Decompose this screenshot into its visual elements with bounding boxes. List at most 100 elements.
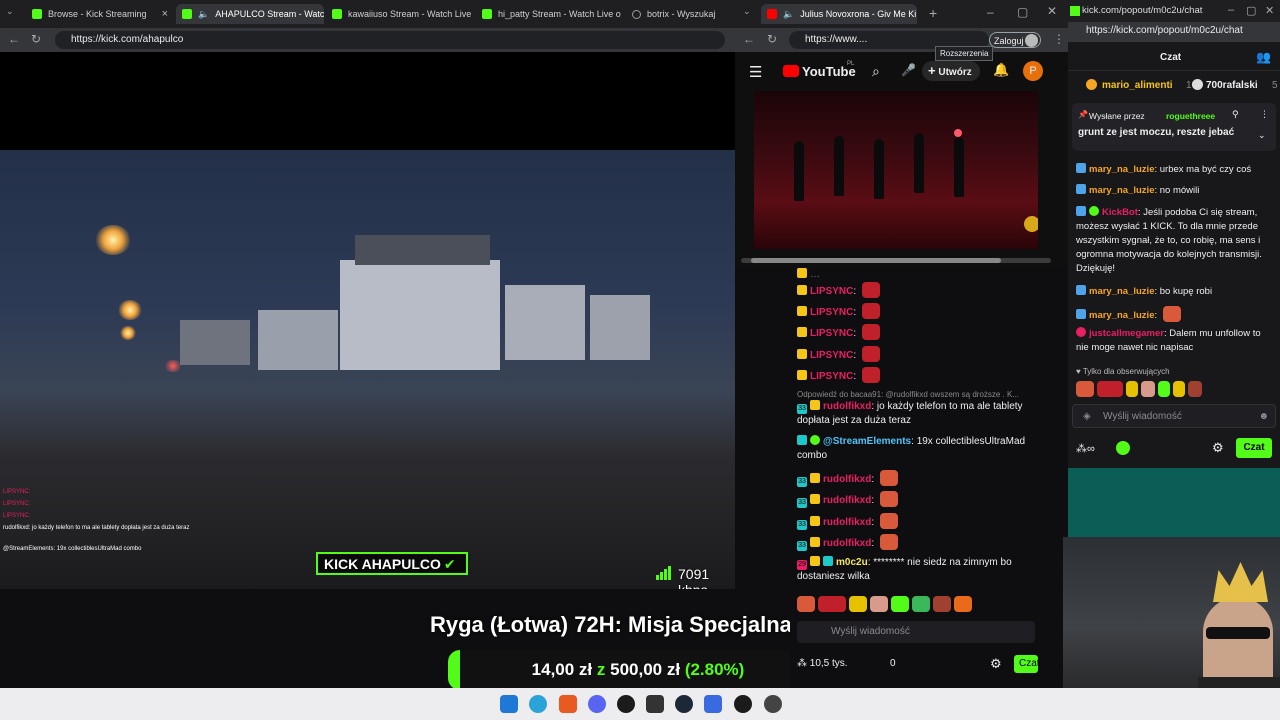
app-icon[interactable] [617,695,635,713]
close-window-icon[interactable]: ✕ [1047,4,1057,18]
chat-username[interactable]: LIPSYNC [810,350,853,361]
pinned-message[interactable]: 📌 Wysłane przez roguethreee ⚲ ⋮ grunt ze… [1072,103,1276,151]
chat-username[interactable]: LIPSYNC [810,328,853,339]
chat-send-button[interactable]: Czat [1014,655,1038,673]
login-button[interactable]: Zaloguj [989,32,1041,48]
create-button[interactable]: + Utwórz [922,61,980,81]
brave-icon[interactable] [559,695,577,713]
emote-icon[interactable] [1076,381,1094,397]
microphone-icon[interactable]: 🎤 [901,63,916,77]
chat-username[interactable]: rudolfikxd [823,538,871,549]
tab-botrix[interactable]: botrix - Wyszukaj [626,4,734,24]
tab-search-icon[interactable]: ⌄ [6,6,14,17]
new-tab-icon[interactable]: + [929,5,937,21]
search-icon[interactable]: ⌕ [872,63,880,80]
chat-username[interactable]: rudolfikxd [823,495,871,506]
chat-username[interactable]: KickBot [1102,207,1138,218]
settings-gear-icon[interactable]: ⚙ [990,657,1002,671]
url-text[interactable]: https://kick.com/popout/m0c2u/chat [1086,25,1243,36]
maximize-icon[interactable]: ▢ [1017,5,1028,19]
chat-username[interactable]: mary_na_luzie [1089,164,1154,175]
hamburger-menu-icon[interactable]: ☰ [749,63,762,81]
chat-send-button[interactable]: Czat [1236,438,1272,458]
youtube-video-player[interactable] [754,91,1038,249]
emote-icon[interactable] [1097,381,1123,397]
close-window-icon[interactable]: ✕ [1265,4,1274,17]
emote-icon[interactable] [891,596,909,612]
chat-input[interactable]: Wyślij wiadomość [797,621,1035,643]
emote-icon[interactable] [954,596,972,612]
emote-icon [861,346,880,362]
horizontal-scrollbar[interactable] [741,258,1051,263]
edge-icon[interactable] [529,695,547,713]
obs-icon[interactable] [764,695,782,713]
emote-icon[interactable] [933,596,951,612]
minimize-icon[interactable]: – [1228,4,1234,16]
settings-gear-icon[interactable]: ⚙ [1212,440,1224,456]
chat-username[interactable]: LIPSYNC [810,307,853,318]
reload-icon[interactable]: ↻ [31,32,41,46]
url-field[interactable]: https://kick.com/ahapulco [55,31,725,49]
emote-icon[interactable] [797,596,815,612]
gifter-name[interactable]: mario_alimenti [1102,80,1173,91]
chat-header-title: Czat [1160,52,1182,63]
gifter-name[interactable]: 700rafalski [1206,80,1258,91]
emote-icon[interactable] [1158,381,1170,397]
tab-youtube[interactable]: 🔈Julius Novoxrona - Giv Me Ki× [761,4,917,24]
chat-username[interactable]: @StreamElements [823,436,911,447]
chevron-down-icon[interactable]: ⌄ [1258,130,1266,141]
emote-icon[interactable] [870,596,888,612]
avatar[interactable]: P [1023,61,1043,81]
steam-icon[interactable] [675,695,693,713]
menu-dots-icon[interactable]: ⋮ [1053,32,1065,46]
yt-tab-strip: ⌄ 🔈Julius Novoxrona - Giv Me Ki× + – ▢ ✕ [735,0,1068,28]
emote-icon[interactable] [1141,381,1155,397]
app-icon[interactable] [704,695,722,713]
chat-username[interactable]: LIPSYNC [810,286,853,297]
maximize-icon[interactable]: ▢ [1246,4,1256,17]
reload-icon[interactable]: ↻ [767,32,777,46]
emote-icon[interactable] [818,596,846,612]
tab-kawaiiuso[interactable]: kawaiiuso Stream - Watch Live× [326,4,474,24]
emote-icon[interactable] [849,596,867,612]
emoji-icon[interactable]: ☻ [1258,405,1269,429]
notifications-bell-icon[interactable]: 🔔 [993,62,1009,78]
chat-username[interactable]: rudolfikxd [823,474,871,485]
chat-username[interactable]: mary_na_luzie [1089,286,1154,297]
app-icon[interactable] [734,695,752,713]
back-icon[interactable]: ← [8,32,20,46]
chat-username[interactable]: justcallmegamer [1089,328,1164,339]
unpin-icon[interactable]: ⚲ [1232,109,1239,120]
bitrate-readout: 7091 kbps [678,566,710,589]
pinned-by-user[interactable]: roguethreee [1166,111,1215,121]
chat-username[interactable]: LIPSYNC [810,371,853,382]
epic-games-icon[interactable] [646,695,664,713]
chat-username[interactable]: rudolfikxd [823,401,871,412]
minimize-icon[interactable]: – [987,5,994,19]
menu-dots-icon[interactable]: ⋮ [1260,109,1269,120]
chat-username[interactable]: mary_na_luzie [1089,185,1154,196]
chat-username[interactable]: m0c2u [836,557,868,568]
users-icon[interactable]: 👥 [1256,50,1271,64]
close-tab-icon[interactable]: × [162,8,168,20]
tab-hi-patty[interactable]: hi_patty Stream - Watch Live o× [476,4,624,24]
emote-icon[interactable] [1173,381,1185,397]
tab-search-icon[interactable]: ⌄ [743,6,751,17]
tab-label: kawaiiuso Stream - Watch Live [348,9,472,19]
street-lamp [118,300,142,320]
tab-ahapulco[interactable]: 🔈AHAPULCO Stream - Watch× [176,4,324,24]
youtube-logo-icon[interactable] [783,65,799,77]
chat-input[interactable]: ◈ Wyślij wiadomość ☻ [1072,404,1276,428]
discord-icon[interactable] [588,695,606,713]
stream-video[interactable]: LIPSYNC: LIPSYNC: LIPSYNC: rudolfikxd: j… [0,52,735,589]
kick-coin-icon[interactable] [1116,441,1130,455]
back-icon[interactable]: ← [743,32,755,46]
windows-start-icon[interactable] [500,695,518,713]
emote-icon[interactable] [1126,381,1138,397]
tab-browse-kick[interactable]: Browse - Kick Streaming × [26,4,174,24]
chat-username[interactable]: mary_na_luzie [1089,310,1154,321]
chat-username[interactable]: rudolfikxd [823,517,871,528]
emote-icon[interactable] [912,596,930,612]
emote-icon[interactable] [1188,381,1202,397]
infinity-icon[interactable]: ⁂∞ [1076,442,1095,455]
